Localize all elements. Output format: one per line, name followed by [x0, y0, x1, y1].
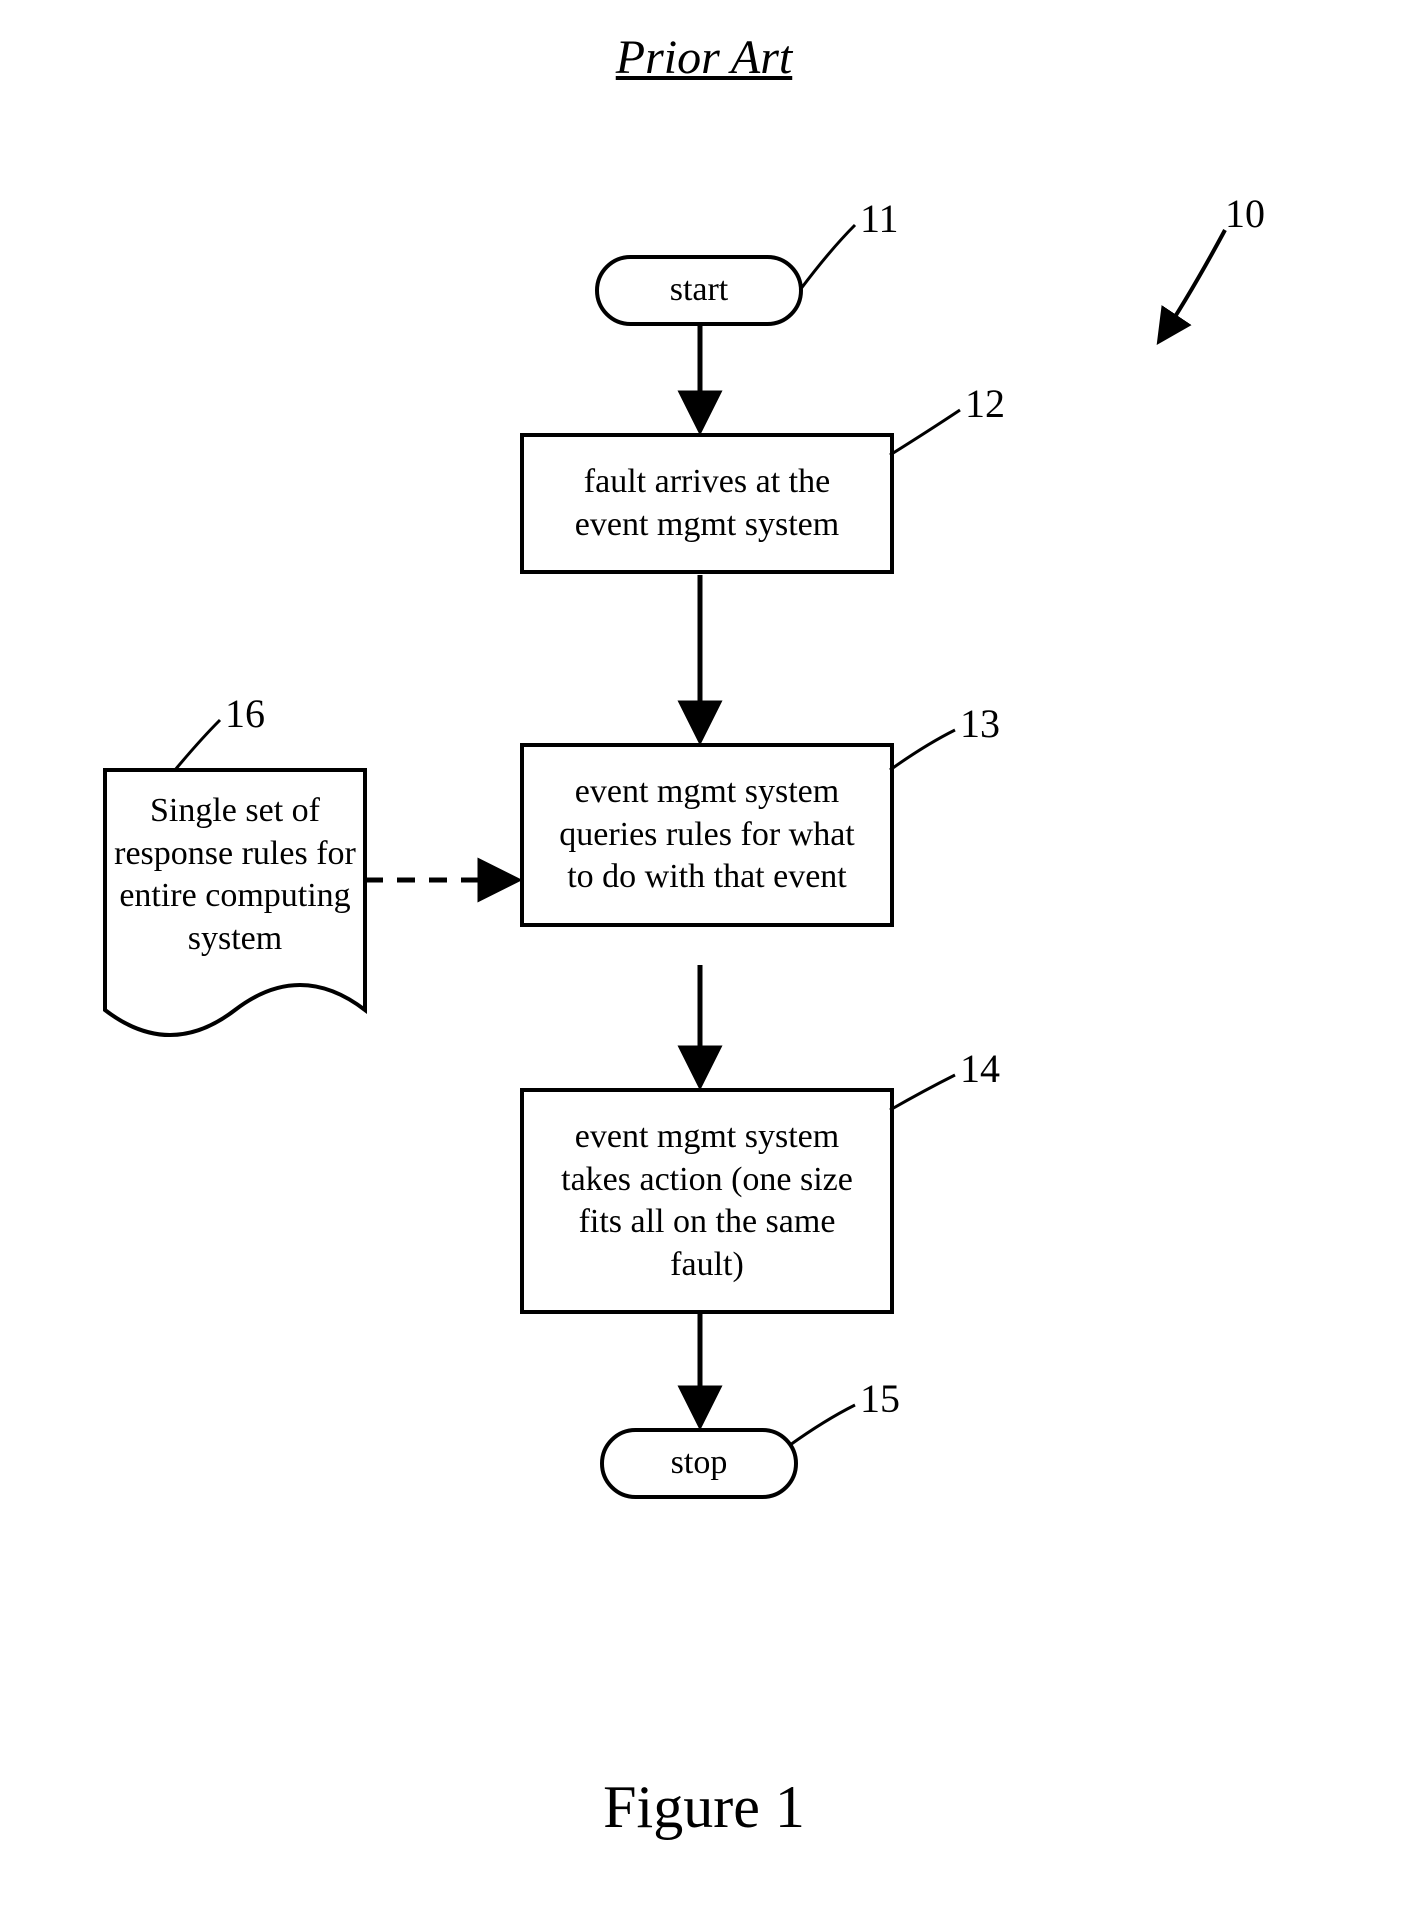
- figure-page: Prior Art start fault arrives at the eve…: [0, 0, 1408, 1922]
- fault-arrives-node: fault arrives at the event mgmt system: [520, 433, 894, 574]
- rules-document-node: Single set of response rules for entire …: [110, 790, 360, 960]
- leader-11: [800, 225, 855, 290]
- stop-node: stop: [600, 1428, 798, 1499]
- figure-title: Prior Art: [0, 30, 1408, 85]
- ref-16: 16: [225, 690, 265, 737]
- ref-11: 11: [860, 195, 899, 242]
- ref-13: 13: [960, 700, 1000, 747]
- figure-caption: Figure 1: [0, 1773, 1408, 1842]
- ref-15: 15: [860, 1375, 900, 1422]
- leader-16: [175, 720, 220, 770]
- leader-15: [790, 1405, 855, 1445]
- start-node: start: [595, 255, 803, 326]
- leader-12: [890, 410, 960, 455]
- leader-14: [890, 1075, 955, 1110]
- ref-12: 12: [965, 380, 1005, 427]
- ref-10: 10: [1225, 190, 1265, 237]
- ref-14: 14: [960, 1045, 1000, 1092]
- leader-10: [1160, 230, 1225, 340]
- query-rules-node: event mgmt system queries rules for what…: [520, 743, 894, 927]
- takes-action-node: event mgmt system takes action (one size…: [520, 1088, 894, 1314]
- leader-13: [890, 730, 955, 770]
